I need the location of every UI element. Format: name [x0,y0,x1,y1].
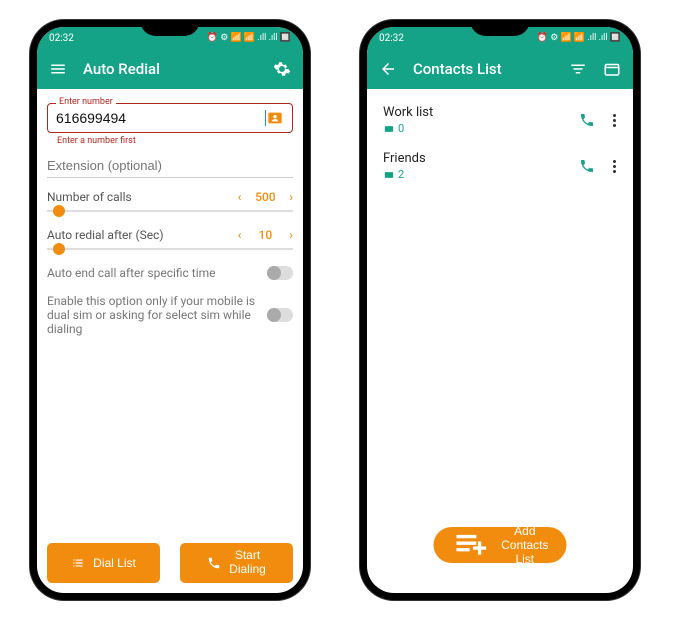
playlist-add-icon [452,525,492,565]
redial-decrease[interactable]: ‹ [238,228,242,242]
status-time: 02:32 [379,33,404,44]
sort-icon[interactable] [569,60,587,78]
list-item-body: Friends 2 [383,151,569,181]
app-bar: Auto Redial [37,49,303,89]
redial-value: 10 [253,228,277,242]
app-title: Contacts List [413,60,553,78]
list-item[interactable]: Friends 2 [377,143,623,189]
notch [140,20,200,36]
auto-end-row: Auto end call after specific time [47,266,293,280]
phone-input-label: Enter number [56,97,116,107]
fab-label: Add Contacts List [501,524,548,566]
status-time: 02:32 [49,33,74,44]
main-content: Enter number Enter a number first Number… [37,89,303,593]
list-item-count: 2 [398,168,404,181]
contact-card-icon [383,124,395,134]
num-calls-decrease[interactable]: ‹ [238,190,242,204]
redial-label: Auto redial after (Sec) [47,228,164,242]
num-calls-slider[interactable] [47,210,293,212]
auto-end-label: Auto end call after specific time [47,266,216,280]
num-calls-stepper: ‹ 500 › [238,190,293,204]
call-icon[interactable] [579,112,595,128]
start-dialing-label: StartDialing [229,549,266,577]
list-item-subtitle: 2 [383,168,569,181]
more-icon[interactable] [613,160,617,173]
start-dialing-button[interactable]: StartDialing [180,543,293,583]
contact-picker-icon[interactable] [266,110,284,126]
status-indicators: ⏰ ⚙ 📶 📶 .ıll .ıll 🔲 [537,33,621,43]
phone-input-error: Enter a number first [57,136,293,146]
bottom-button-bar: Dial List StartDialing [47,543,293,583]
dual-sim-label: Enable this option only if your mobile i… [47,294,257,336]
redial-stepper: ‹ 10 › [238,228,293,242]
num-calls-value: 500 [253,190,277,204]
list-item-body: Work list 0 [383,105,569,135]
contact-card-icon [383,170,395,180]
list-item-count: 0 [398,122,404,135]
slider-thumb[interactable] [53,243,65,255]
add-contacts-list-button[interactable]: Add Contacts List [434,527,567,563]
num-calls-increase[interactable]: › [289,190,293,204]
redial-increase[interactable]: › [289,228,293,242]
notch [470,20,530,36]
extension-input[interactable] [47,154,293,178]
phone-frame-right: 02:32 ⏰ ⚙ 📶 📶 .ıll .ıll 🔲 Contacts List … [360,20,640,600]
gear-icon[interactable] [273,60,291,78]
list-item[interactable]: Work list 0 [377,97,623,143]
dual-sim-row: Enable this option only if your mobile i… [47,294,293,336]
num-calls-label: Number of calls [47,190,132,204]
list-icon [71,556,85,570]
phone-icon [207,556,221,570]
num-calls-row: Number of calls ‹ 500 › [47,190,293,204]
dual-sim-toggle[interactable] [267,308,293,322]
phone-input[interactable] [56,110,265,126]
phone-frame-left: 02:32 ⏰ ⚙ 📶 📶 .ıll .ıll 🔲 Auto Redial En… [30,20,310,600]
back-icon[interactable] [379,60,397,78]
list-item-title: Friends [383,151,569,166]
phone-input-wrap[interactable]: Enter number [47,103,293,133]
more-icon[interactable] [613,114,617,127]
redial-slider[interactable] [47,248,293,250]
redial-row: Auto redial after (Sec) ‹ 10 › [47,228,293,242]
status-indicators: ⏰ ⚙ 📶 📶 .ıll .ıll 🔲 [207,33,291,43]
auto-end-toggle[interactable] [267,266,293,280]
call-icon[interactable] [579,158,595,174]
app-bar: Contacts List [367,49,633,89]
contacts-content: Work list 0 Friends 2 [367,89,633,593]
slider-thumb[interactable] [53,205,65,217]
screen-contacts-list: 02:32 ⏰ ⚙ 📶 📶 .ıll .ıll 🔲 Contacts List … [367,27,633,593]
menu-icon[interactable] [49,60,67,78]
app-title: Auto Redial [83,60,257,78]
dial-list-button[interactable]: Dial List [47,543,160,583]
list-item-title: Work list [383,105,569,120]
list-item-subtitle: 0 [383,122,569,135]
screen-auto-redial: 02:32 ⏰ ⚙ 📶 📶 .ıll .ıll 🔲 Auto Redial En… [37,27,303,593]
dial-list-label: Dial List [93,556,136,570]
export-csv-icon[interactable] [603,60,621,78]
